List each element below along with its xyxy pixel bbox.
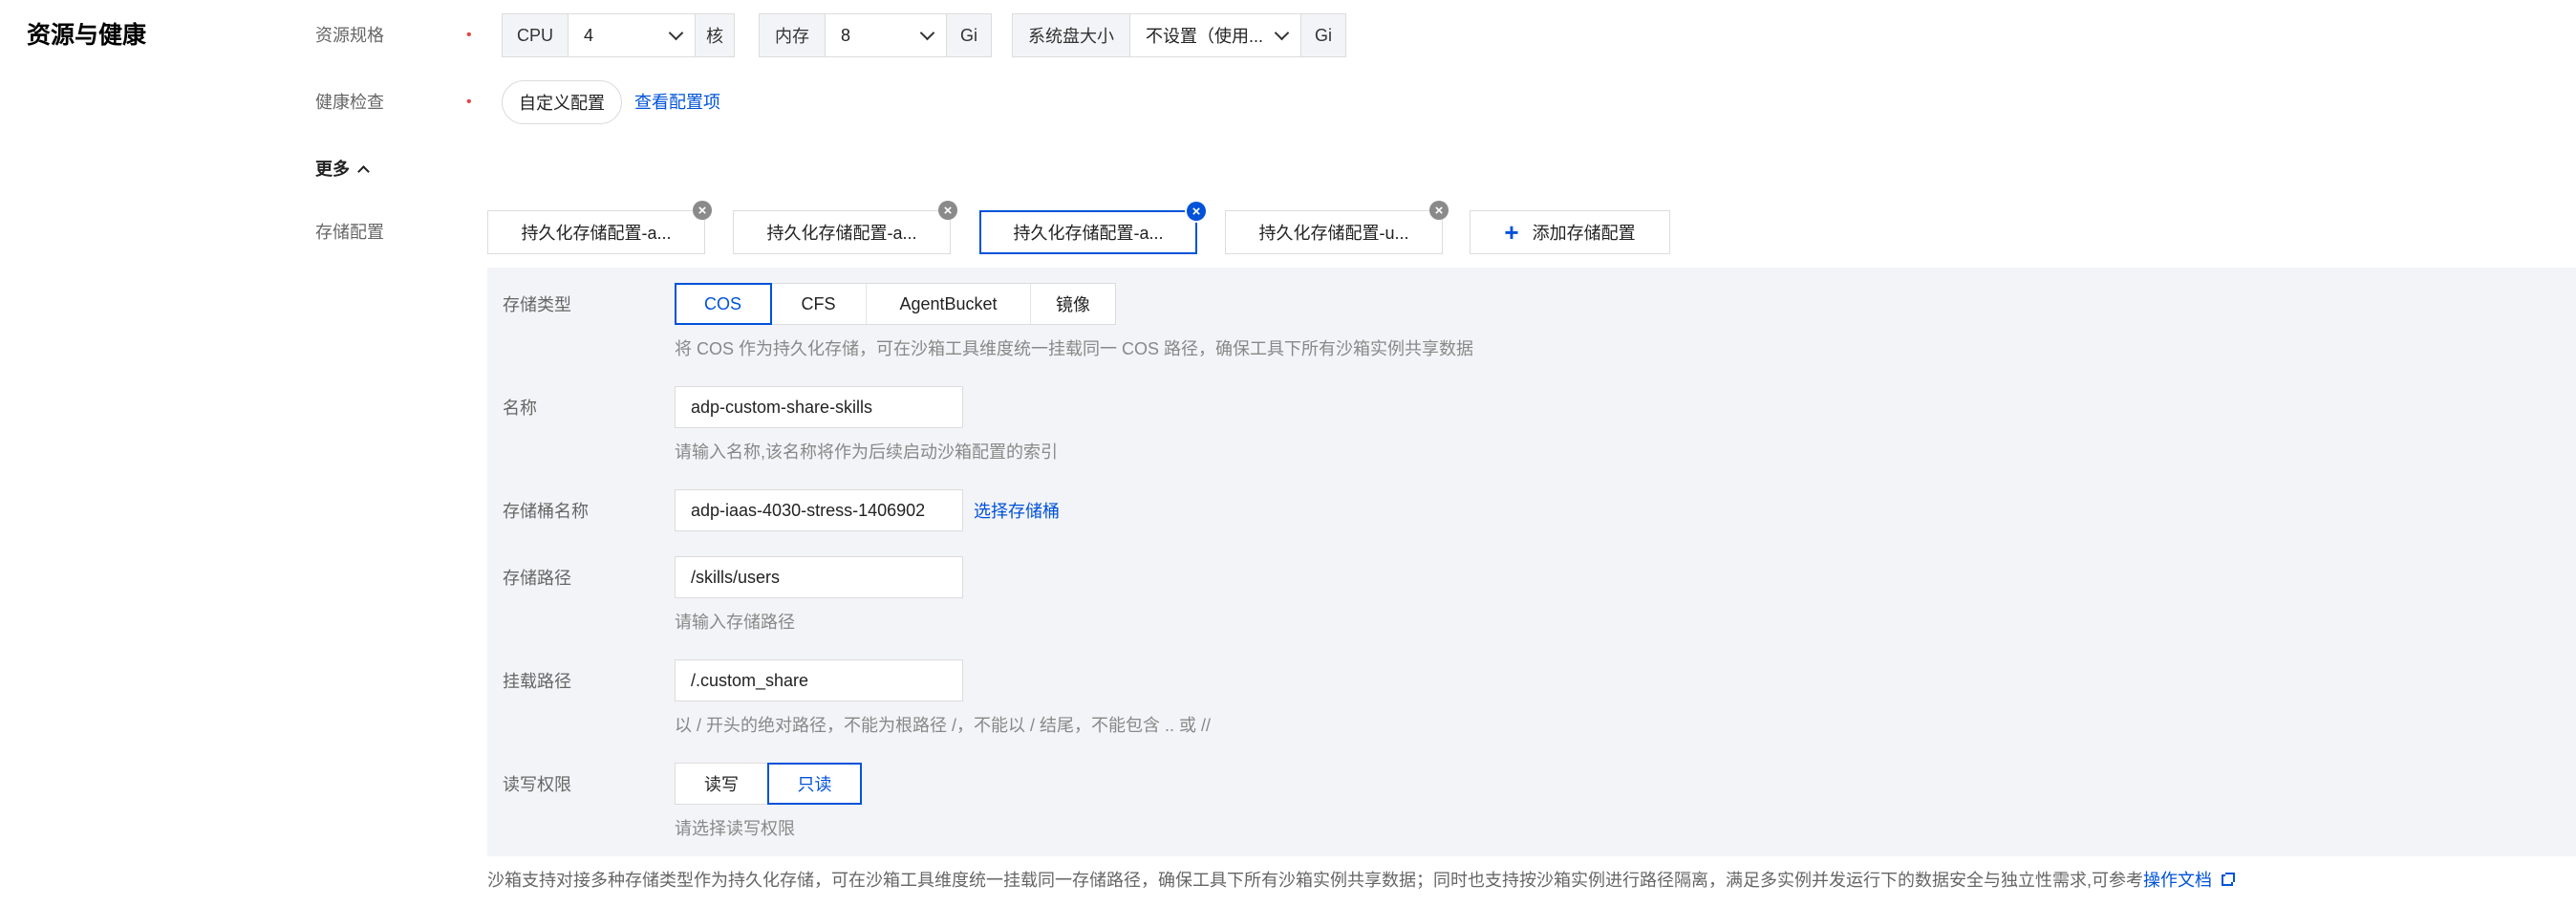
section-title: 资源与健康 [27, 22, 147, 49]
memory-value: 8 [841, 25, 851, 45]
disk-value: 不设置（使用... [1146, 27, 1264, 46]
memory-select-group: 内存 8 Gi [759, 13, 992, 57]
bucket-name-label: 存储桶名称 [503, 502, 589, 521]
required-mark: • [466, 94, 472, 110]
storage-type-image[interactable]: 镜像 [1031, 284, 1115, 324]
storage-tab-4[interactable]: 持久化存储配置-u... [1225, 210, 1443, 254]
disk-select[interactable]: 不设置（使用... [1129, 14, 1301, 56]
storage-footer-note: 沙箱支持对接多种存储类型作为持久化存储，可在沙箱工具维度统一挂载同一存储路径，确… [487, 868, 2235, 893]
close-icon[interactable]: × [938, 201, 957, 220]
storage-config-label: 存储配置 [315, 223, 384, 242]
plus-icon: + [1504, 218, 1519, 247]
storage-type-cos[interactable]: COS [675, 283, 772, 325]
custom-config-button[interactable]: 自定义配置 [502, 80, 622, 124]
chevron-up-icon [357, 164, 370, 178]
close-icon[interactable]: × [693, 201, 712, 220]
storage-tab-2[interactable]: 持久化存储配置-a... [733, 210, 951, 254]
mount-path-label: 挂载路径 [503, 672, 571, 691]
health-check-label: 健康检查 [315, 93, 384, 112]
name-label: 名称 [503, 399, 537, 418]
storage-tab-3-active[interactable]: 持久化存储配置-a... [979, 210, 1197, 254]
footer-note-text: 沙箱支持对接多种存储类型作为持久化存储，可在沙箱工具维度统一挂载同一存储路径，确… [487, 871, 2143, 890]
storage-type-cfs[interactable]: CFS [771, 284, 867, 324]
permission-label: 读写权限 [503, 775, 571, 794]
bucket-name-input[interactable]: adp-iaas-4030-stress-1406902 [675, 489, 963, 531]
more-toggle[interactable]: 更多 [315, 157, 370, 182]
storage-path-label: 存储路径 [503, 569, 571, 588]
cpu-prefix: CPU [503, 14, 568, 56]
close-icon[interactable]: × [1187, 202, 1206, 221]
storage-type-hint: 将 COS 作为持久化存储，可在沙箱工具维度统一挂载同一 COS 路径，确保工具… [675, 339, 1474, 358]
memory-prefix: 内存 [760, 14, 825, 56]
select-bucket-link[interactable]: 选择存储桶 [974, 499, 1060, 524]
storage-type-agentbucket[interactable]: AgentBucket [867, 284, 1031, 324]
storage-tab-1[interactable]: 持久化存储配置-a... [487, 210, 705, 254]
disk-select-group: 系统盘大小 不设置（使用... Gi [1012, 13, 1346, 57]
more-label: 更多 [315, 160, 350, 179]
cpu-value: 4 [584, 25, 594, 45]
permission-read-only[interactable]: 只读 [767, 763, 862, 805]
resource-spec-label: 资源规格 [315, 26, 384, 45]
cpu-select-group: CPU 4 核 [502, 13, 735, 57]
cpu-unit: 核 [696, 14, 734, 56]
permission-hint: 请选择读写权限 [675, 819, 795, 838]
name-input[interactable]: adp-custom-share-skills [675, 386, 963, 428]
chevron-down-icon [1274, 25, 1290, 41]
mount-path-input[interactable]: /.custom_share [675, 659, 963, 701]
memory-select[interactable]: 8 [825, 14, 947, 56]
add-storage-config-button[interactable]: + 添加存储配置 [1470, 210, 1670, 254]
view-config-link[interactable]: 查看配置项 [634, 90, 720, 115]
storage-type-label: 存储类型 [503, 295, 571, 314]
permission-segmented: 读写 只读 [675, 763, 862, 805]
cpu-select[interactable]: 4 [568, 14, 696, 56]
mount-path-hint: 以 / 开头的绝对路径，不能为根路径 /，不能以 / 结尾，不能包含 .. 或 … [675, 716, 1212, 735]
close-icon[interactable]: × [1429, 201, 1449, 220]
storage-type-segmented: COS CFS AgentBucket 镜像 [675, 283, 1116, 325]
required-mark: • [466, 27, 472, 43]
external-link-icon [2222, 873, 2235, 886]
disk-unit: Gi [1301, 14, 1345, 56]
memory-unit: Gi [947, 14, 991, 56]
permission-read-write[interactable]: 读写 [676, 764, 768, 804]
storage-path-input[interactable]: /skills/users [675, 556, 963, 598]
docs-link[interactable]: 操作文档 [2143, 868, 2212, 893]
storage-path-hint: 请输入存储路径 [675, 613, 795, 632]
chevron-down-icon [919, 25, 935, 41]
name-hint: 请输入名称,该名称将作为后续启动沙箱配置的索引 [675, 442, 1058, 462]
add-storage-config-label: 添加存储配置 [1532, 224, 1636, 243]
disk-prefix: 系统盘大小 [1013, 14, 1129, 56]
chevron-down-icon [668, 25, 684, 41]
